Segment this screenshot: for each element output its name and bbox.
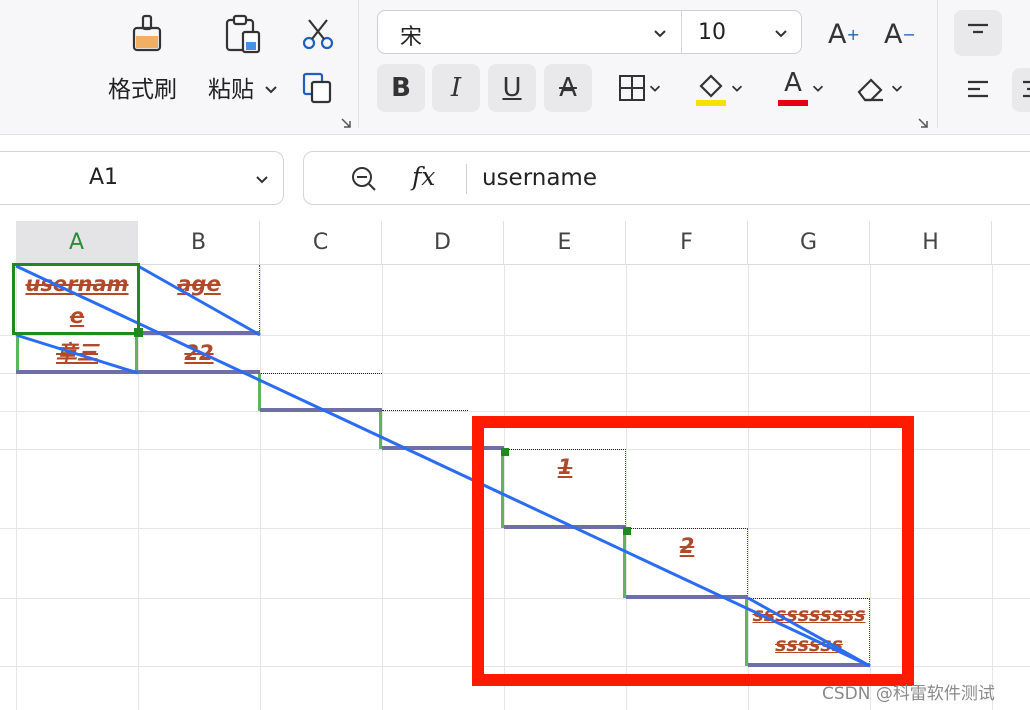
watermark: CSDN @科雷软件测试 [822, 684, 995, 704]
active-cell-selection[interactable] [12, 263, 140, 335]
fill-handle[interactable] [134, 328, 143, 337]
diagonal-line [15, 333, 139, 375]
highlight-box [472, 416, 914, 686]
diagonal-line [137, 264, 261, 337]
